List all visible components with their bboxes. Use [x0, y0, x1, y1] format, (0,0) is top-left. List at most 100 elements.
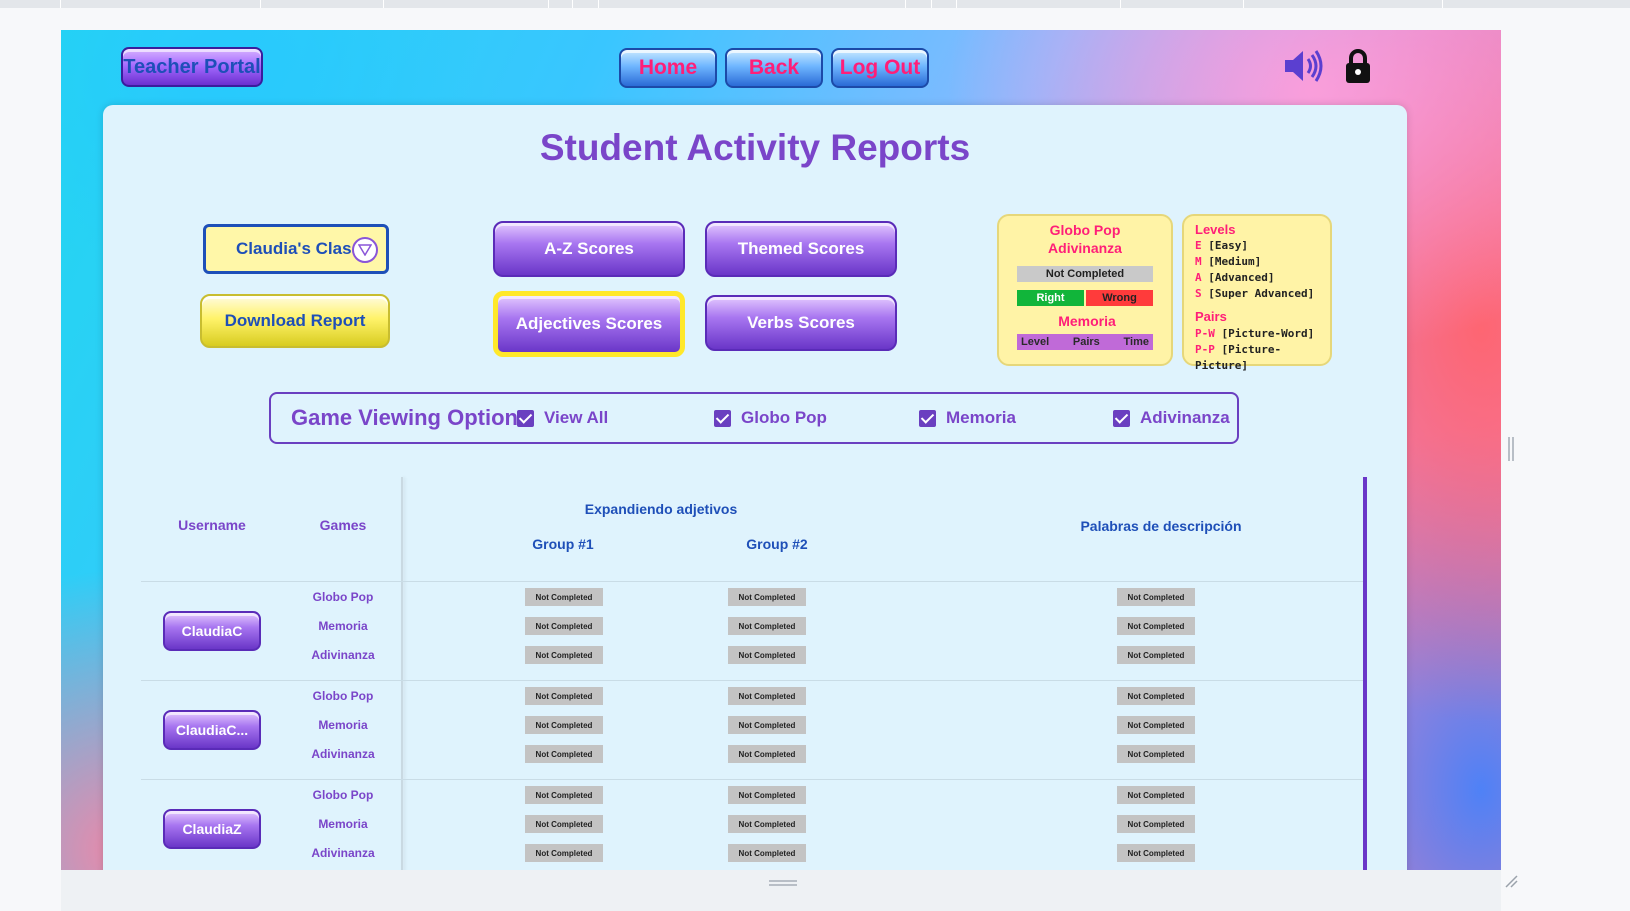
game-viewing-options: Game Viewing Options View All Globo Pop … [269, 392, 1239, 444]
vertical-resize-grip[interactable] [1508, 437, 1514, 461]
status-cell: Not Completed [525, 716, 603, 734]
resize-corner-icon[interactable] [1504, 874, 1518, 888]
class-select-dropdown[interactable]: Claudia's Class [203, 224, 389, 274]
page-title: Student Activity Reports [539, 127, 971, 168]
status-cell: Not Completed [728, 687, 806, 705]
status-cell: Not Completed [525, 745, 603, 763]
status-cell: Not Completed [525, 815, 603, 833]
back-button[interactable]: Back [725, 48, 823, 88]
horizontal-resize-grip[interactable] [769, 880, 797, 886]
status-cell: Not Completed [1117, 588, 1195, 606]
status-cell: Not Completed [525, 687, 603, 705]
legend-col-time: Time [1123, 336, 1149, 348]
checkbox-checked-icon[interactable] [1113, 409, 1130, 427]
table-right-border [1363, 477, 1367, 870]
row-divider [141, 581, 1363, 582]
option-globo-pop[interactable]: Globo Pop [714, 408, 827, 428]
status-cell: Not Completed [728, 646, 806, 664]
game-label: Memoria [318, 817, 368, 831]
status-cell: Not Completed [1117, 844, 1195, 862]
status-cell: Not Completed [728, 786, 806, 804]
download-report-button[interactable]: Download Report [200, 294, 390, 348]
speaker-icon[interactable] [1281, 46, 1327, 86]
az-scores-button[interactable]: A-Z Scores [493, 221, 685, 277]
game-label: Globo Pop [312, 788, 374, 802]
game-label: Memoria [318, 718, 368, 732]
verbs-scores-button[interactable]: Verbs Scores [705, 295, 897, 351]
status-cell: Not Completed [525, 844, 603, 862]
status-cell: Not Completed [728, 716, 806, 734]
legend-not-completed: Not Completed [1017, 266, 1153, 282]
pairs-row: P-W [Picture-Word] [1195, 327, 1315, 340]
chevron-down-icon [352, 237, 378, 263]
student-username-button[interactable]: ClaudiaZ [163, 809, 261, 849]
bottom-bar [61, 870, 1501, 911]
levels-legend-card: Levels E [Easy] M [Medium] A [Advanced] … [1182, 214, 1332, 372]
score-legend-card: Globo Pop Adivinanza Not Completed Right… [997, 214, 1173, 366]
status-cell: Not Completed [525, 646, 603, 664]
level-row: S [Super Advanced] [1195, 287, 1315, 300]
log-out-button[interactable]: Log Out [831, 48, 929, 88]
status-cell: Not Completed [1117, 716, 1195, 734]
status-cell: Not Completed [525, 617, 603, 635]
row-divider [141, 779, 1363, 780]
status-cell: Not Completed [1117, 617, 1195, 635]
reports-panel: Student Activity Reports Claudia's Class… [103, 105, 1407, 870]
legend-memoria: Memoria [1058, 313, 1116, 329]
levels-title: Levels [1195, 222, 1236, 237]
status-cell: Not Completed [525, 786, 603, 804]
game-label: Adivinanza [311, 846, 375, 860]
status-cell: Not Completed [1117, 786, 1195, 804]
col-group-1: Group #1 [532, 536, 594, 552]
legend-col-pairs: Pairs [1072, 336, 1100, 348]
game-label: Globo Pop [312, 590, 374, 604]
student-username-button[interactable]: ClaudiaC [163, 611, 261, 651]
themed-scores-button[interactable]: Themed Scores [705, 221, 897, 277]
pairs-title: Pairs [1195, 309, 1227, 324]
home-button[interactable]: Home [619, 48, 717, 88]
browser-top-strip [0, 0, 1630, 8]
class-select-value: Claudia's Class [236, 239, 361, 258]
legend-adivinanza: Adivinanza [1048, 240, 1122, 256]
col-expandiendo-adjetivos: Expandiendo adjetivos [584, 501, 738, 517]
game-label: Memoria [318, 619, 368, 633]
option-adivinanza[interactable]: Adivinanza [1113, 408, 1230, 428]
scores-table: Username Games Expandiendo adjetivos Gro… [141, 477, 1367, 870]
checkbox-checked-icon[interactable] [517, 409, 534, 427]
game-label: Adivinanza [311, 747, 375, 761]
col-games: Games [319, 517, 367, 533]
checkbox-checked-icon[interactable] [919, 409, 936, 427]
legend-wrong: Wrong [1086, 290, 1153, 306]
student-username-button[interactable]: ClaudiaC... [163, 710, 261, 750]
column-divider [401, 477, 403, 870]
legend-col-level: Level [1021, 336, 1050, 348]
status-cell: Not Completed [1117, 745, 1195, 763]
status-cell: Not Completed [1117, 646, 1195, 664]
legend-globo-pop: Globo Pop [1049, 222, 1121, 238]
app-frame: Teacher Portal Home Back Log Out Student… [61, 30, 1501, 870]
level-row: M [Medium] [1195, 255, 1262, 268]
status-cell: Not Completed [728, 815, 806, 833]
game-label: Adivinanza [311, 648, 375, 662]
status-cell: Not Completed [728, 588, 806, 606]
status-cell: Not Completed [1117, 687, 1195, 705]
level-row: A [Advanced] [1195, 271, 1275, 284]
col-palabras-de-descripcion: Palabras de descripción [1080, 518, 1242, 534]
option-view-all[interactable]: View All [517, 408, 608, 428]
col-group-2: Group #2 [746, 536, 808, 552]
viewing-options-label: Game Viewing Options [291, 405, 531, 430]
status-cell: Not Completed [728, 844, 806, 862]
option-memoria[interactable]: Memoria [919, 408, 1016, 428]
game-label: Globo Pop [312, 689, 374, 703]
status-cell: Not Completed [728, 617, 806, 635]
level-row: E [Easy] [1195, 239, 1248, 252]
status-cell: Not Completed [1117, 815, 1195, 833]
teacher-portal-button[interactable]: Teacher Portal [121, 47, 263, 87]
status-cell: Not Completed [728, 745, 806, 763]
adjectives-scores-button[interactable]: Adjectives Scores [493, 291, 685, 357]
row-divider [141, 680, 1363, 681]
col-username: Username [178, 517, 246, 533]
checkbox-checked-icon[interactable] [714, 409, 731, 427]
pairs-row: P-P [Picture-Picture] [1195, 343, 1282, 372]
lock-icon[interactable] [1343, 46, 1373, 86]
